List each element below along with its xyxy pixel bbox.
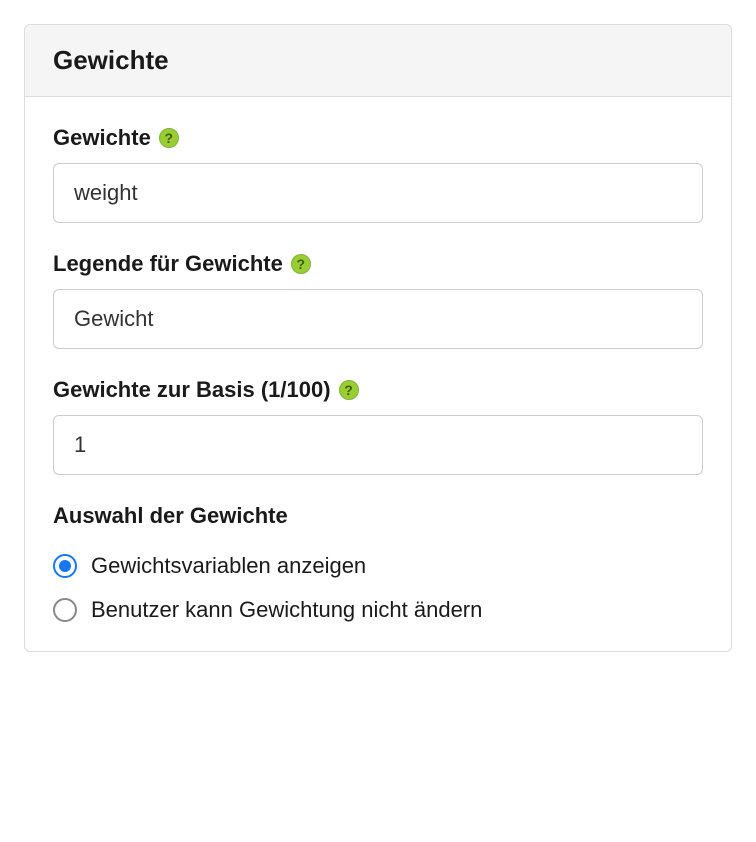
help-icon[interactable]: ?: [339, 380, 359, 400]
gewichte-panel: Gewichte Gewichte ? Legende für Gewichte…: [24, 24, 732, 652]
gewichte-label: Gewichte: [53, 125, 151, 151]
selection-heading: Auswahl der Gewichte: [53, 503, 703, 529]
help-icon[interactable]: ?: [159, 128, 179, 148]
selection-group: Auswahl der Gewichte Gewichtsvariablen a…: [53, 503, 703, 623]
legende-field-group: Legende für Gewichte ?: [53, 251, 703, 349]
legende-label: Legende für Gewichte: [53, 251, 283, 277]
gewichte-label-row: Gewichte ?: [53, 125, 703, 151]
panel-body: Gewichte ? Legende für Gewichte ? Gewich…: [25, 97, 731, 651]
panel-title: Gewichte: [53, 45, 703, 76]
gewichte-input[interactable]: [53, 163, 703, 223]
legende-label-row: Legende für Gewichte ?: [53, 251, 703, 277]
radio-input-lock[interactable]: [53, 598, 77, 622]
help-icon[interactable]: ?: [291, 254, 311, 274]
radio-group: Gewichtsvariablen anzeigen Benutzer kann…: [53, 553, 703, 623]
radio-label-show: Gewichtsvariablen anzeigen: [91, 553, 366, 579]
basis-label-row: Gewichte zur Basis (1/100) ?: [53, 377, 703, 403]
radio-option-show[interactable]: Gewichtsvariablen anzeigen: [53, 553, 703, 579]
radio-option-lock[interactable]: Benutzer kann Gewichtung nicht ändern: [53, 597, 703, 623]
basis-field-group: Gewichte zur Basis (1/100) ?: [53, 377, 703, 475]
basis-label: Gewichte zur Basis (1/100): [53, 377, 331, 403]
basis-input[interactable]: [53, 415, 703, 475]
radio-label-lock: Benutzer kann Gewichtung nicht ändern: [91, 597, 482, 623]
radio-input-show[interactable]: [53, 554, 77, 578]
panel-header: Gewichte: [25, 25, 731, 97]
legende-input[interactable]: [53, 289, 703, 349]
gewichte-field-group: Gewichte ?: [53, 125, 703, 223]
